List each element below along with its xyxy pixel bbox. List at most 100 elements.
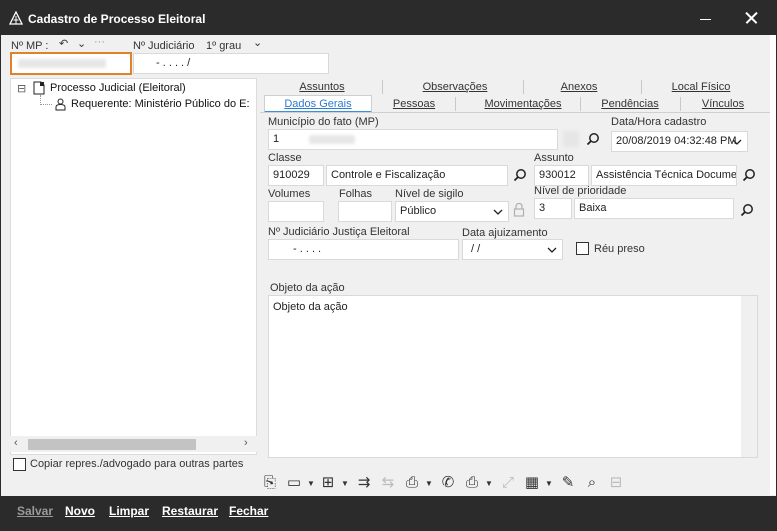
- print-icon[interactable]: ⎙: [461, 472, 483, 494]
- tab-divider: [523, 80, 524, 94]
- data-cadastro-select[interactable]: 20/08/2019 04:32:48 PM: [611, 131, 748, 152]
- prioridade-desc: Baixa: [579, 202, 607, 214]
- tree-connector: [40, 104, 52, 105]
- assunto-code-input[interactable]: 930012: [534, 165, 589, 186]
- chevron-down-icon[interactable]: ▼: [425, 479, 433, 488]
- classe-code-input[interactable]: 910029: [268, 165, 324, 186]
- scroll-right-icon[interactable]: ›: [244, 437, 248, 449]
- tab-divider: [680, 97, 681, 111]
- redacted-value: [309, 135, 355, 144]
- action-toolbar: ⎘ ▭ ▼ ⊞ ▼ ⇉ ⇆ ⎙ ▼ ✆ ⎙ ▼ ⤢ ▦ ▼ ✎ ⌕ ⊟: [259, 472, 639, 494]
- folhas-input[interactable]: [338, 201, 392, 222]
- tab-local-fisico[interactable]: Local Físico: [660, 78, 742, 96]
- fechar-button[interactable]: Fechar: [229, 504, 268, 518]
- judiciario-mask: - . . . . /: [156, 57, 191, 69]
- assunto-desc: Assistência Técnica Documen: [596, 169, 737, 181]
- data-ajuizamento-select[interactable]: / /: [462, 239, 563, 260]
- chevron-down-icon: [732, 139, 742, 145]
- tab-assuntos[interactable]: Assuntos: [282, 78, 362, 96]
- grau-dropdown-icon[interactable]: ⌄: [253, 36, 262, 49]
- chevron-down-icon[interactable]: ▼: [485, 479, 493, 488]
- edit-document-icon[interactable]: ✎: [557, 472, 579, 494]
- tree-horizontal-scrollbar[interactable]: ‹ ›: [10, 436, 257, 452]
- tree-item-label: Requerente: Ministério Público do E:: [71, 98, 250, 110]
- chevron-down-icon[interactable]: ▼: [341, 479, 349, 488]
- data-cadastro-value: 20/08/2019 04:32:48 PM: [616, 135, 737, 147]
- collapse-icon[interactable]: ⊟: [17, 82, 26, 95]
- search-icon[interactable]: [742, 168, 756, 182]
- stamp-icon[interactable]: ⎙: [401, 472, 423, 494]
- municipio-value: 1: [273, 133, 280, 145]
- tab-movimentacoes[interactable]: Movimentações: [470, 95, 576, 113]
- chevron-down-icon[interactable]: ⌄: [77, 37, 86, 50]
- add-document-icon[interactable]: ⎘: [259, 472, 281, 494]
- municipio-label: Município do fato (MP): [268, 116, 379, 128]
- prioridade-code-input[interactable]: 3: [534, 198, 572, 219]
- tab-strip: Assuntos Observações Anexos Local Físico…: [260, 77, 770, 113]
- chevron-down-icon[interactable]: ▼: [545, 479, 553, 488]
- chevron-down-icon: [547, 247, 557, 253]
- copy-repres-label: Copiar repres./advogado para outras part…: [30, 458, 244, 470]
- folhas-label: Folhas: [339, 188, 373, 200]
- expand-icon: ⤢: [501, 474, 514, 491]
- tab-baseline: [260, 112, 771, 113]
- tab-anexos[interactable]: Anexos: [543, 78, 615, 96]
- assunto-label: Assunto: [534, 152, 574, 164]
- undo-icon[interactable]: ↶: [59, 37, 68, 50]
- judiciario-input[interactable]: - . . . . /: [133, 53, 329, 74]
- data-ajuizamento-label: Data ajuizamento: [462, 227, 548, 239]
- tab-vinculos[interactable]: Vínculos: [692, 95, 754, 113]
- tab-observacoes[interactable]: Observações: [410, 78, 500, 96]
- search-icon[interactable]: [586, 132, 600, 146]
- assunto-desc-input[interactable]: Assistência Técnica Documen: [591, 165, 737, 186]
- close-button[interactable]: [734, 5, 768, 31]
- cadastro-window: Cadastro de Processo Eleitoral Nº MP : ↶…: [0, 0, 777, 531]
- search-icon[interactable]: [740, 203, 754, 217]
- limpar-button[interactable]: Limpar: [109, 504, 149, 518]
- sigilo-label: Nível de sigilo: [395, 188, 464, 200]
- archive-icon: ⊟: [609, 474, 623, 491]
- person-icon: [55, 98, 66, 111]
- hierarchy-icon[interactable]: ⊞: [317, 472, 339, 494]
- novo-button[interactable]: Novo: [65, 504, 95, 518]
- tab-divider: [455, 97, 456, 111]
- objeto-vertical-scrollbar[interactable]: [741, 296, 757, 457]
- prioridade-desc-input[interactable]: Baixa: [574, 198, 734, 219]
- document-icon: [33, 81, 45, 95]
- tab-pessoas[interactable]: Pessoas: [378, 95, 450, 113]
- scroll-left-icon[interactable]: ‹: [14, 437, 18, 449]
- municipio-input[interactable]: 1: [268, 129, 558, 150]
- mp-label: Nº MP :: [11, 40, 49, 52]
- tab-divider: [580, 97, 581, 111]
- copy-repres-checkbox[interactable]: [13, 458, 26, 471]
- chevron-down-icon[interactable]: ▼: [307, 479, 315, 488]
- sigilo-select[interactable]: Público: [395, 201, 509, 222]
- folder-icon[interactable]: ▭: [283, 472, 305, 494]
- transfer-icon[interactable]: ⇉: [353, 472, 375, 494]
- classe-desc-input[interactable]: Controle e Fiscalização: [326, 165, 508, 186]
- calendar-icon[interactable]: ▦: [521, 472, 543, 494]
- judiciario-eleitoral-input[interactable]: - . . . .: [268, 239, 459, 260]
- document-search-icon[interactable]: ⌕: [581, 472, 603, 494]
- volumes-input[interactable]: [268, 201, 324, 222]
- more-icon[interactable]: ···: [94, 36, 105, 48]
- reu-preso-checkbox[interactable]: [576, 242, 589, 255]
- tab-pendencias[interactable]: Pendências: [590, 95, 670, 113]
- redacted-value: [18, 59, 106, 68]
- objeto-value: Objeto da ação: [273, 301, 348, 313]
- salvar-button[interactable]: Salvar: [17, 504, 53, 518]
- phone-icon[interactable]: ✆: [437, 472, 459, 494]
- search-icon[interactable]: [513, 168, 527, 182]
- objeto-textarea[interactable]: Objeto da ação: [268, 295, 758, 458]
- classe-desc: Controle e Fiscalização: [331, 169, 446, 181]
- prioridade-label: Nível de prioridade: [534, 185, 627, 197]
- reu-preso-label: Réu preso: [594, 243, 645, 255]
- judiciario-label: Nº Judiciário: [133, 40, 195, 52]
- restaurar-button[interactable]: Restaurar: [162, 504, 218, 518]
- tab-divider: [641, 80, 642, 94]
- mp-number-input[interactable]: [10, 52, 132, 75]
- minimize-button[interactable]: [690, 5, 720, 31]
- tree-item-label: Processo Judicial (Eleitoral): [50, 82, 186, 94]
- scrollbar-thumb[interactable]: [28, 439, 196, 450]
- tab-dados-gerais[interactable]: Dados Gerais: [264, 95, 372, 113]
